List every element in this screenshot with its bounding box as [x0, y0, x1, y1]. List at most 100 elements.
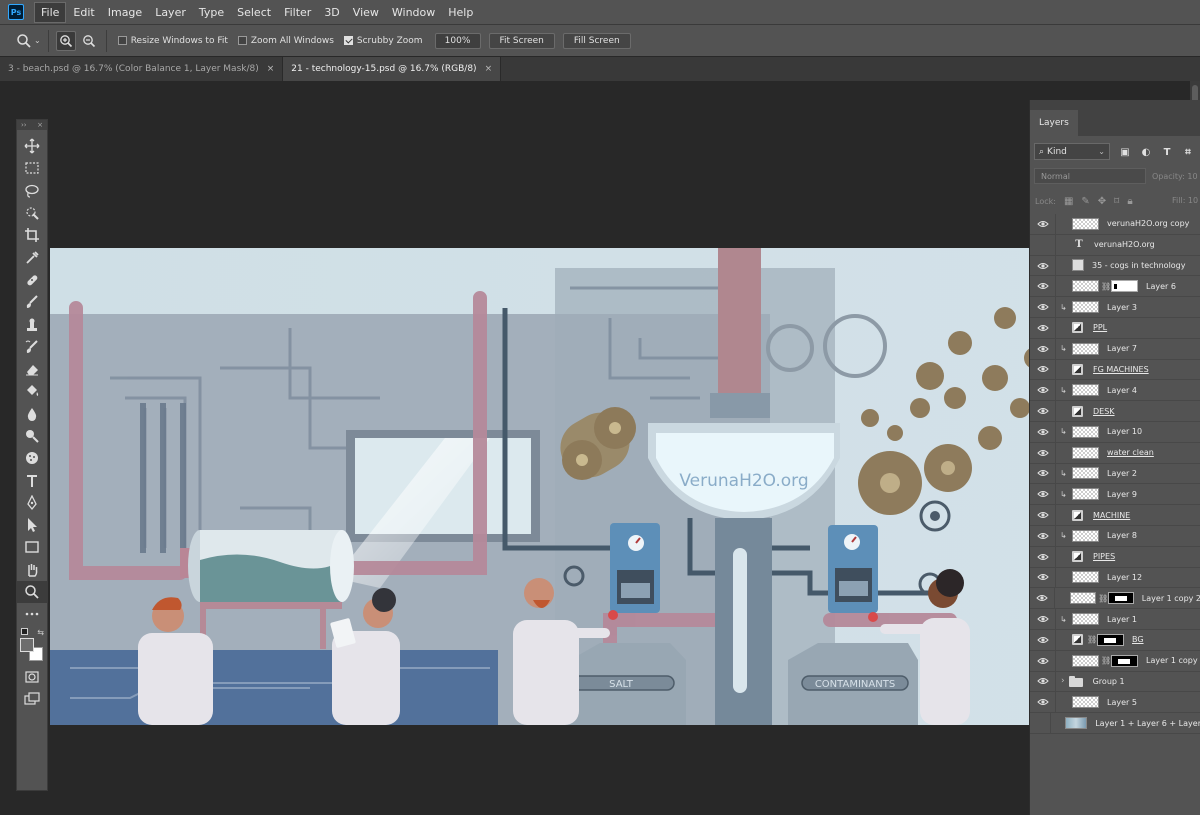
- layer-row[interactable]: ↳ Layer 7: [1030, 338, 1200, 360]
- type-tool-button[interactable]: [17, 469, 47, 491]
- menu-3d[interactable]: 3D: [318, 3, 345, 22]
- move-tool-button[interactable]: [17, 135, 47, 157]
- visibility-toggle[interactable]: [1030, 421, 1056, 442]
- checkbox-box[interactable]: [117, 36, 127, 45]
- document-tab[interactable]: 21 - technology-15.psd @ 16.7% (RGB/8) ×: [283, 57, 502, 81]
- shape-filter-icon[interactable]: ⌗: [1181, 145, 1195, 159]
- menu-image[interactable]: Image: [102, 3, 148, 22]
- visibility-toggle[interactable]: [1030, 546, 1056, 567]
- visibility-toggle[interactable]: [1030, 671, 1056, 692]
- path-select-tool-button[interactable]: [17, 514, 47, 536]
- lasso-tool-button[interactable]: [17, 180, 47, 202]
- swap-colors-icon[interactable]: ⇆: [37, 628, 44, 637]
- brush-tool-button[interactable]: [17, 291, 47, 313]
- image-filter-icon[interactable]: ▣: [1118, 145, 1132, 159]
- pen-tool-button[interactable]: [17, 492, 47, 514]
- screen-mode-tool-button[interactable]: [17, 688, 47, 710]
- visibility-toggle[interactable]: [1030, 484, 1056, 505]
- close-icon[interactable]: ×: [267, 64, 275, 74]
- link-icon[interactable]: ⛓︎: [1101, 282, 1111, 291]
- visibility-toggle[interactable]: [1030, 297, 1056, 318]
- link-icon[interactable]: ⛓︎: [1101, 656, 1111, 665]
- menu-window[interactable]: Window: [386, 3, 441, 22]
- layer-row[interactable]: ⛓︎ Layer 1 copy: [1030, 650, 1200, 672]
- visibility-toggle[interactable]: [1030, 588, 1055, 609]
- visibility-toggle[interactable]: [1030, 359, 1056, 380]
- visibility-toggle[interactable]: [1030, 525, 1056, 546]
- document-tab[interactable]: 3 - beach.psd @ 16.7% (Color Balance 1, …: [0, 57, 284, 81]
- visibility-toggle[interactable]: [1030, 213, 1056, 234]
- layer-row[interactable]: ↳ Layer 2: [1030, 463, 1200, 485]
- layer-row[interactable]: water clean: [1030, 442, 1200, 464]
- layer-row[interactable]: 35 - cogs in technology: [1030, 255, 1200, 277]
- tool-preset-picker[interactable]: ⌄: [16, 33, 41, 49]
- visibility-toggle[interactable]: [1030, 463, 1056, 484]
- visibility-toggle[interactable]: [1030, 380, 1056, 401]
- visibility-toggle[interactable]: [1030, 650, 1056, 671]
- layer-row[interactable]: Layer 12: [1030, 567, 1200, 589]
- fill-screen-button[interactable]: Fill Screen: [562, 32, 631, 49]
- default-colors-icon[interactable]: [21, 627, 28, 635]
- zoom-100-button[interactable]: 100%: [434, 32, 481, 49]
- rectangle-tool-button[interactable]: [17, 536, 47, 558]
- healing-brush-tool-button[interactable]: [17, 269, 47, 291]
- history-brush-tool-button[interactable]: [17, 336, 47, 358]
- sponge-tool-button[interactable]: [17, 447, 47, 469]
- visibility-toggle[interactable]: [1030, 692, 1056, 713]
- layer-mask-thumbnail[interactable]: [1108, 592, 1134, 605]
- visibility-toggle[interactable]: [1030, 629, 1056, 650]
- zoom-in-button[interactable]: [55, 30, 76, 51]
- adjustment-filter-icon[interactable]: ◐: [1139, 145, 1153, 159]
- lock-position-icon[interactable]: ✥: [1098, 196, 1106, 207]
- filter-kind-select[interactable]: ⌕ Kind ⌄: [1034, 143, 1110, 160]
- menu-layer[interactable]: Layer: [149, 3, 192, 22]
- visibility-toggle[interactable]: [1030, 567, 1056, 588]
- more-tool-button[interactable]: [17, 603, 47, 625]
- type-filter-icon[interactable]: T: [1160, 145, 1174, 159]
- layer-row[interactable]: PIPES: [1030, 546, 1200, 568]
- layer-mask-thumbnail[interactable]: [1111, 654, 1138, 667]
- menu-help[interactable]: Help: [442, 3, 479, 22]
- document-canvas[interactable]: VerunaH2O.org SALT CONTAMINANTS: [50, 248, 1200, 725]
- blend-mode-select[interactable]: Normal: [1034, 168, 1146, 184]
- layer-row[interactable]: verunaH2O.org copy: [1030, 213, 1200, 235]
- menu-select[interactable]: Select: [231, 3, 277, 22]
- scrubby-zoom-checkbox[interactable]: Scrubby Zoom: [343, 36, 423, 46]
- eyedropper-tool-button[interactable]: [17, 246, 47, 268]
- blur-tool-button[interactable]: [17, 403, 47, 425]
- checkbox-box[interactable]: [237, 36, 247, 45]
- menu-filter[interactable]: Filter: [278, 3, 317, 22]
- collapse-icon[interactable]: ››: [21, 121, 27, 129]
- layer-row[interactable]: ↳ Layer 10: [1030, 421, 1200, 443]
- layers-tab[interactable]: Layers: [1030, 110, 1078, 136]
- layer-mask-thumbnail[interactable]: [1111, 280, 1138, 293]
- crop-tool-button[interactable]: [17, 224, 47, 246]
- close-icon[interactable]: ×: [485, 64, 493, 74]
- layer-row[interactable]: PPL: [1030, 317, 1200, 339]
- layer-row[interactable]: TverunaH2O.org: [1030, 234, 1200, 256]
- color-swatches[interactable]: ⇆: [17, 627, 47, 666]
- lock-image-icon[interactable]: ✎: [1081, 196, 1089, 207]
- visibility-toggle[interactable]: [1030, 338, 1056, 359]
- zoom-out-button[interactable]: [79, 31, 99, 51]
- layer-row[interactable]: ⛓︎ Layer 1 copy 2: [1030, 588, 1200, 610]
- visibility-toggle[interactable]: [1030, 505, 1056, 526]
- zoom-all-windows-checkbox[interactable]: Zoom All Windows: [237, 36, 334, 46]
- close-icon[interactable]: ×: [37, 121, 43, 129]
- foreground-color-swatch[interactable]: [20, 637, 34, 652]
- marquee-tool-button[interactable]: [17, 157, 47, 179]
- tools-panel-header[interactable]: ›› ×: [17, 120, 47, 130]
- layer-row[interactable]: Layer 5: [1030, 692, 1200, 714]
- visibility-toggle[interactable]: [1030, 713, 1051, 734]
- quick-select-tool-button[interactable]: [17, 202, 47, 224]
- layer-row[interactable]: ↳ Layer 8: [1030, 525, 1200, 547]
- chevron-right-icon[interactable]: ›: [1061, 676, 1065, 686]
- layer-row[interactable]: MACHINE: [1030, 505, 1200, 526]
- opacity-field[interactable]: Opacity: 10: [1152, 172, 1198, 181]
- layer-row[interactable]: ↳ Layer 3: [1030, 297, 1200, 318]
- fill-field[interactable]: Fill: 10: [1172, 196, 1198, 205]
- dodge-tool-button[interactable]: [17, 425, 47, 447]
- menu-type[interactable]: Type: [193, 3, 230, 22]
- layer-row[interactable]: DESK: [1030, 401, 1200, 422]
- layer-row[interactable]: FG MACHINES: [1030, 359, 1200, 381]
